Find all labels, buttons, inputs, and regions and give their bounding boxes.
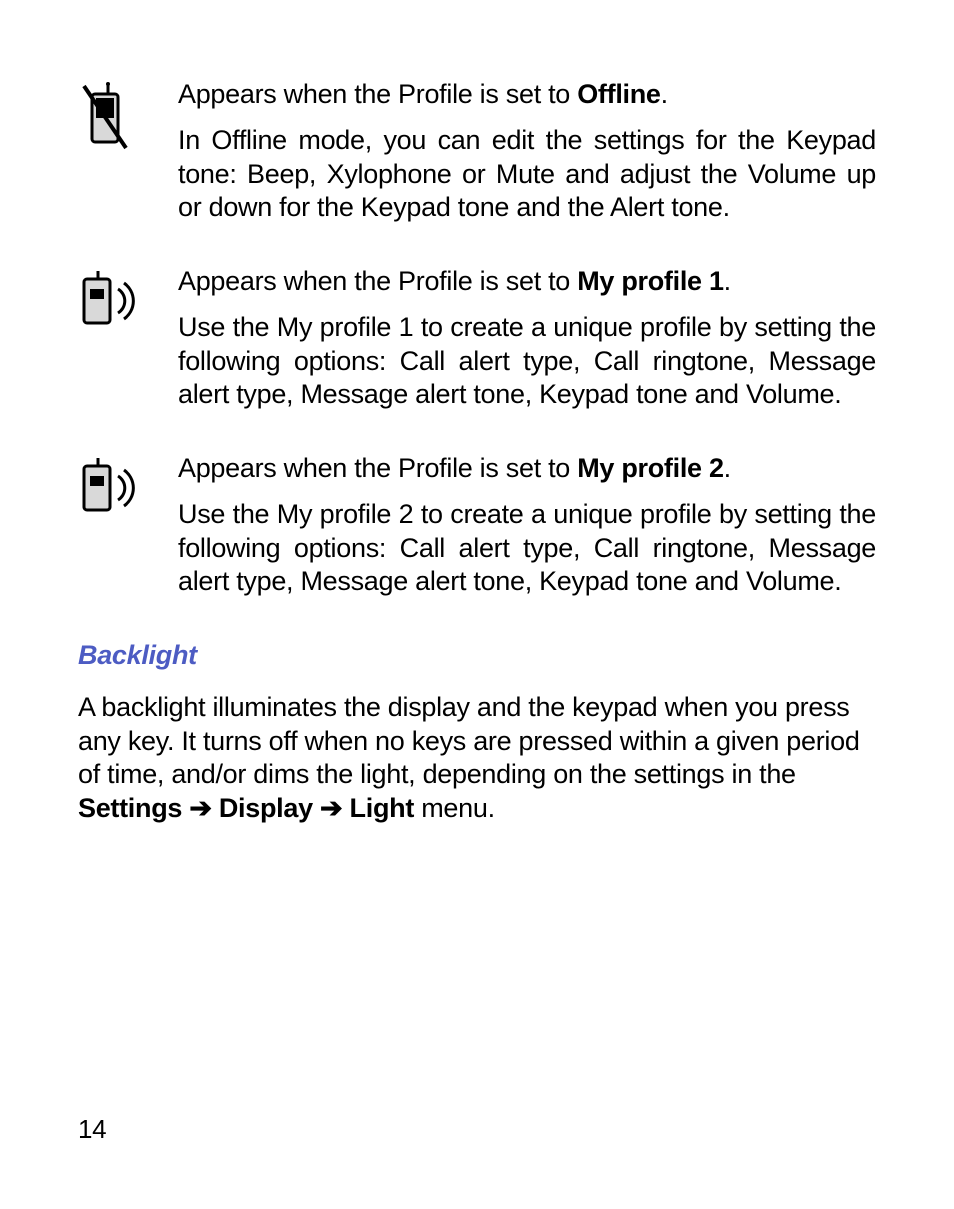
myprofile1-lead-text: Appears when the Profile is set to My pr… [178,265,876,299]
profile-row-offline: Appears when the Profile is set to Offli… [78,78,876,237]
page-number: 14 [78,1113,106,1146]
text-fragment: menu. [414,793,495,823]
offline-phone-icon [78,78,178,154]
text-fragment: Appears when the Profile is set to [178,266,577,296]
backlight-paragraph: A backlight illuminates the display and … [78,691,876,826]
profile-row-myprofile2: Appears when the Profile is set to My pr… [78,452,876,611]
bold-term: Offline [577,79,660,109]
bold-term: Settings [78,793,182,823]
text-fragment: . [724,453,731,483]
manual-page: Appears when the Profile is set to Offli… [0,0,954,1209]
bold-term: My profile 1 [577,266,723,296]
offline-desc-text: In Offline mode, you can edit the settin… [178,124,876,225]
arrow-icon: ➔ [313,793,350,823]
myprofile2-desc-text: Use the My profile 2 to create a unique … [178,498,876,599]
myprofile2-lead-text: Appears when the Profile is set to My pr… [178,452,876,486]
text-fragment: A backlight illuminates the display and … [78,692,860,790]
text-fragment: . [724,266,731,296]
myprofile1-desc-text: Use the My profile 1 to create a unique … [178,311,876,412]
text-fragment: Appears when the Profile is set to [178,453,577,483]
bold-term: Light [350,793,414,823]
text-fragment: Appears when the Profile is set to [178,79,577,109]
text-fragment: . [661,79,668,109]
my-profile-2-icon [78,452,178,520]
profile-row-myprofile1: Appears when the Profile is set to My pr… [78,265,876,424]
my-profile-1-icon [78,265,178,333]
arrow-icon: ➔ [182,793,219,823]
offline-lead-text: Appears when the Profile is set to Offli… [178,78,876,112]
bold-term: My profile 2 [577,453,723,483]
backlight-heading: Backlight [78,639,876,673]
bold-term: Display [219,793,313,823]
